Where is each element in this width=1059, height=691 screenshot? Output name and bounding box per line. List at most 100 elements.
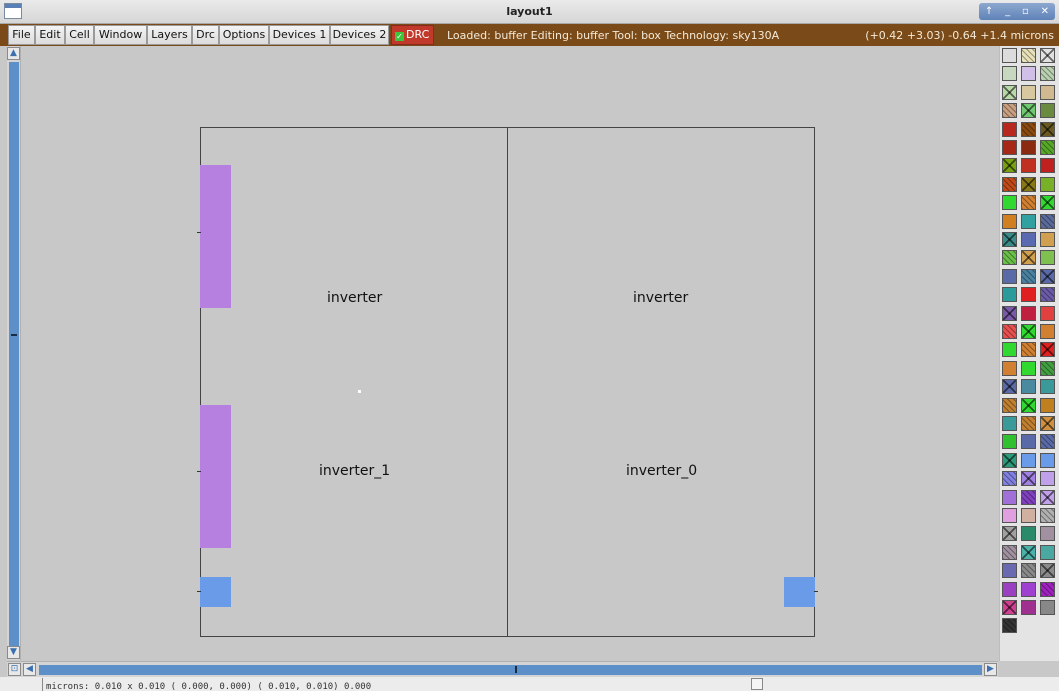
layer-swatch[interactable]: [1040, 471, 1055, 487]
layer-swatch[interactable]: [1021, 195, 1036, 211]
cell-box-left[interactable]: [200, 127, 508, 637]
layer-swatch[interactable]: [1040, 176, 1055, 192]
layer-swatch[interactable]: [1002, 360, 1017, 376]
layer-swatch[interactable]: [1021, 121, 1036, 137]
menu-drc[interactable]: Drc: [192, 25, 219, 45]
layer-swatch[interactable]: [1002, 452, 1017, 468]
layer-swatch[interactable]: [1002, 84, 1017, 100]
resize-grip-icon[interactable]: [751, 678, 763, 690]
layer-swatch[interactable]: [1040, 140, 1055, 155]
menu-options[interactable]: Options: [219, 25, 269, 45]
menu-devices-1[interactable]: Devices 1: [269, 25, 330, 45]
layer-swatch[interactable]: [1021, 268, 1036, 284]
layer-swatch[interactable]: [1021, 324, 1036, 339]
layer-swatch[interactable]: [1040, 544, 1055, 560]
layer-swatch[interactable]: [1002, 600, 1017, 615]
layer-swatch[interactable]: [1021, 84, 1036, 100]
layer-swatch[interactable]: [1002, 250, 1017, 266]
drc-toggle[interactable]: ✓ DRC: [391, 25, 434, 45]
layer-swatch[interactable]: [1021, 213, 1036, 229]
layer-swatch[interactable]: [1002, 195, 1017, 211]
layer-swatch[interactable]: [1040, 195, 1055, 211]
layer-swatch[interactable]: [1021, 140, 1036, 155]
layer-swatch[interactable]: [1002, 121, 1017, 137]
layer-swatch[interactable]: [1021, 434, 1036, 450]
menu-edit[interactable]: Edit: [35, 25, 65, 45]
layer-swatch[interactable]: [1021, 103, 1036, 119]
metal-rect-top[interactable]: [200, 165, 231, 308]
layer-swatch[interactable]: [1002, 489, 1017, 505]
layer-swatch[interactable]: [1002, 434, 1017, 450]
right-arrow-icon[interactable]: ▶: [984, 663, 997, 676]
layer-swatch[interactable]: [1021, 287, 1036, 303]
layer-swatch[interactable]: [1002, 103, 1017, 119]
menu-file[interactable]: File: [8, 25, 35, 45]
layer-swatch[interactable]: [1040, 268, 1055, 284]
maximize-icon[interactable]: ▫: [1022, 6, 1029, 17]
layer-swatch[interactable]: [1021, 581, 1036, 597]
layer-swatch[interactable]: [1021, 508, 1036, 523]
layer-swatch[interactable]: [1040, 158, 1055, 174]
zoom-box-icon[interactable]: ⊡: [8, 663, 21, 676]
layer-swatch[interactable]: [1002, 544, 1017, 560]
layer-swatch[interactable]: [1040, 48, 1055, 63]
layer-swatch[interactable]: [1040, 287, 1055, 303]
layer-swatch[interactable]: [1040, 489, 1055, 505]
horizontal-scrollbar[interactable]: ⊡ ◀ ▶: [7, 661, 998, 677]
metal-rect-middle[interactable]: [200, 405, 231, 548]
layout-canvas[interactable]: inverter inverter inverter_1 inverter_0: [22, 46, 998, 660]
minimize-icon[interactable]: _: [1005, 6, 1010, 17]
down-arrow-icon[interactable]: ▼: [7, 646, 20, 659]
close-icon[interactable]: ✕: [1041, 6, 1049, 17]
layer-swatch[interactable]: [1002, 66, 1017, 82]
layer-swatch[interactable]: [1040, 581, 1055, 597]
layer-swatch[interactable]: [1021, 342, 1036, 358]
layer-swatch[interactable]: [1021, 66, 1036, 82]
layer-swatch[interactable]: [1040, 66, 1055, 82]
layer-swatch[interactable]: [1040, 416, 1055, 431]
layer-swatch[interactable]: [1002, 158, 1017, 174]
up-arrow-icon[interactable]: ▲: [7, 47, 20, 60]
layer-swatch[interactable]: [1021, 360, 1036, 376]
layer-swatch[interactable]: [1021, 397, 1036, 413]
layer-swatch[interactable]: [1040, 563, 1055, 579]
layer-swatch[interactable]: [1002, 526, 1017, 542]
layer-swatch[interactable]: [1040, 434, 1055, 450]
layer-swatch[interactable]: [1021, 544, 1036, 560]
layer-swatch[interactable]: [1002, 48, 1017, 63]
layer-swatch[interactable]: [1002, 379, 1017, 395]
layer-swatch[interactable]: [1002, 416, 1017, 431]
menu-window[interactable]: Window: [94, 25, 147, 45]
menu-layers[interactable]: Layers: [147, 25, 192, 45]
pin-rect-right[interactable]: [784, 577, 815, 607]
layer-swatch[interactable]: [1021, 563, 1036, 579]
layer-swatch[interactable]: [1040, 379, 1055, 395]
layer-swatch[interactable]: [1021, 416, 1036, 431]
vertical-scroll-track[interactable]: [9, 62, 19, 656]
layer-swatch[interactable]: [1002, 581, 1017, 597]
layer-swatch[interactable]: [1021, 250, 1036, 266]
layer-swatch[interactable]: [1040, 305, 1055, 321]
layer-swatch[interactable]: [1021, 489, 1036, 505]
layer-swatch[interactable]: [1021, 232, 1036, 247]
layer-swatch[interactable]: [1021, 600, 1036, 615]
layer-swatch[interactable]: [1002, 140, 1017, 155]
layer-swatch[interactable]: [1021, 379, 1036, 395]
pin-rect-left[interactable]: [200, 577, 231, 607]
layer-swatch[interactable]: [1002, 342, 1017, 358]
layer-swatch[interactable]: [1040, 600, 1055, 615]
layer-swatch[interactable]: [1040, 360, 1055, 376]
layer-swatch[interactable]: [1040, 397, 1055, 413]
layer-swatch[interactable]: [1040, 213, 1055, 229]
layer-swatch[interactable]: [1002, 618, 1017, 634]
menu-cell[interactable]: Cell: [65, 25, 94, 45]
layer-swatch[interactable]: [1021, 48, 1036, 63]
menu-devices-2[interactable]: Devices 2: [330, 25, 389, 45]
layer-swatch[interactable]: [1002, 213, 1017, 229]
layer-swatch[interactable]: [1002, 268, 1017, 284]
layer-swatch[interactable]: [1040, 250, 1055, 266]
left-arrow-icon[interactable]: ◀: [23, 663, 36, 676]
layer-swatch[interactable]: [1040, 342, 1055, 358]
layer-swatch[interactable]: [1021, 471, 1036, 487]
layer-swatch[interactable]: [1040, 232, 1055, 247]
